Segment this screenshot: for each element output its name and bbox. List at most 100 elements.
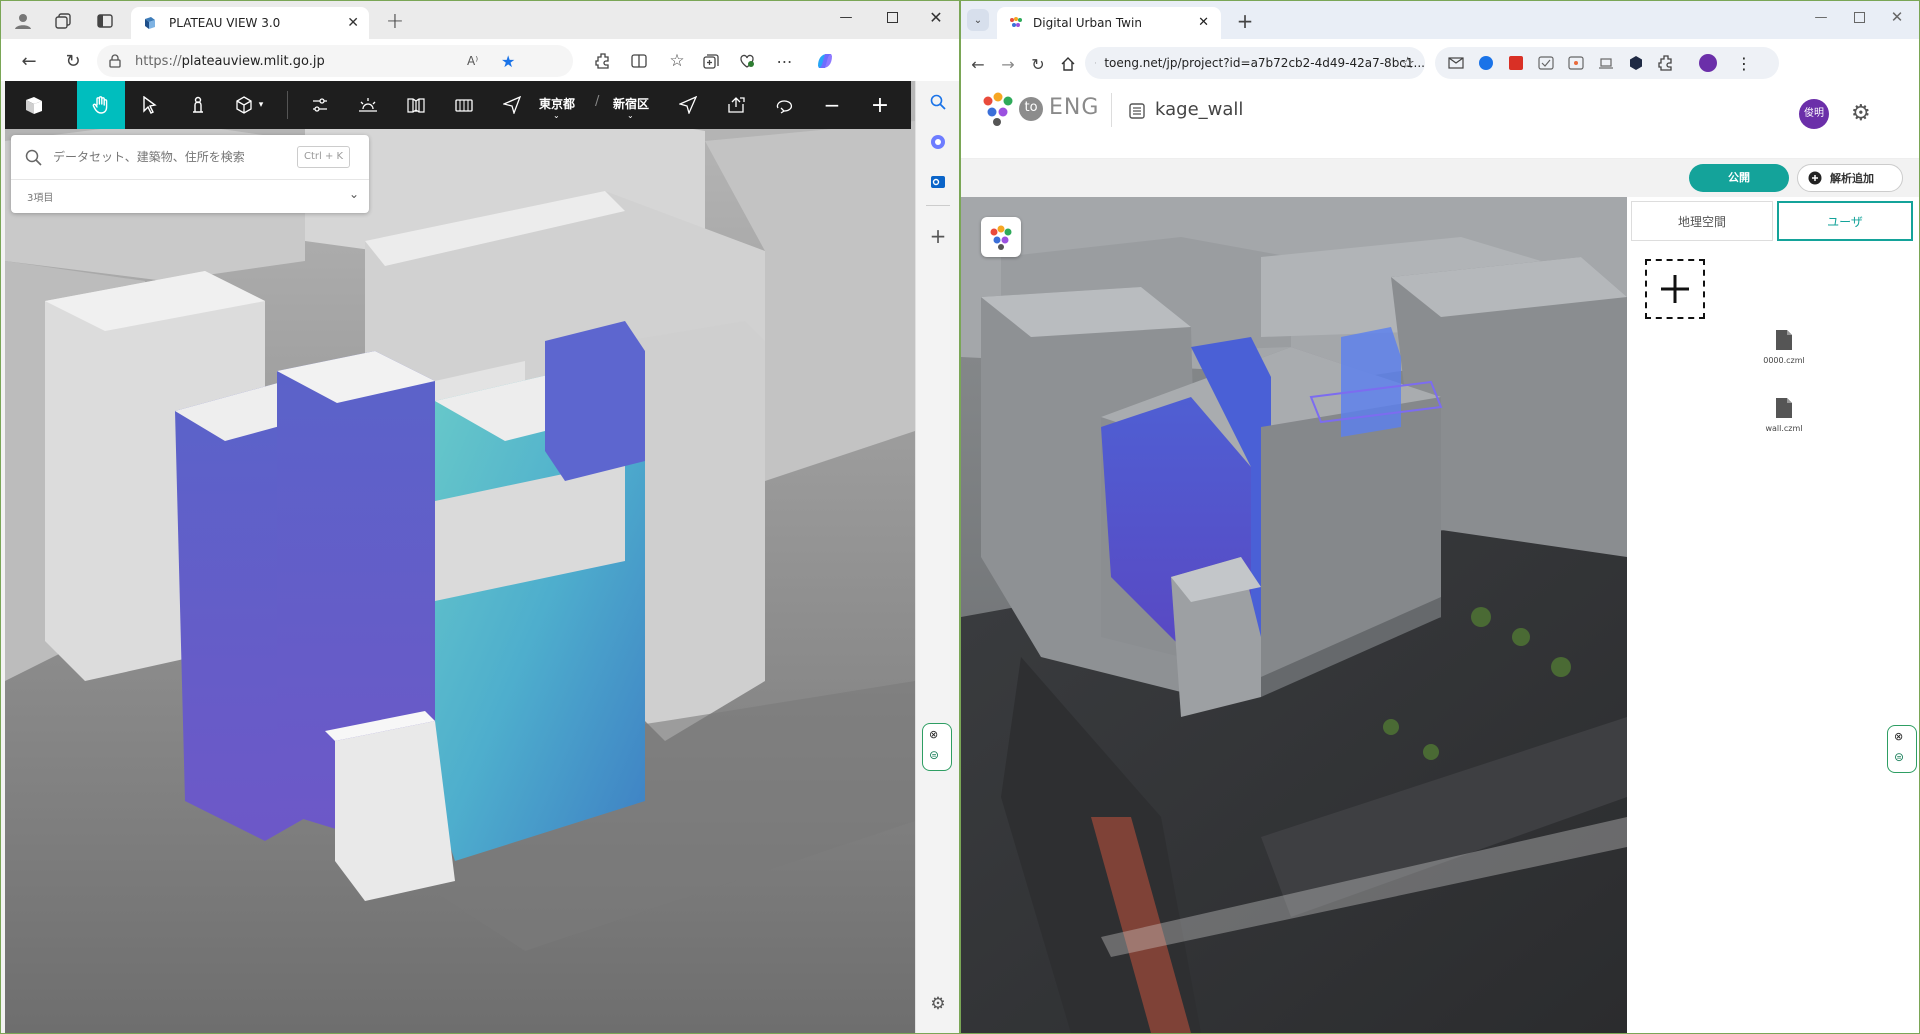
orbit-rotate-icon[interactable] — [761, 81, 807, 129]
file-icon — [1776, 398, 1792, 418]
chevron-down-icon: ▾ — [258, 100, 264, 110]
location-arrow-icon[interactable] — [665, 81, 711, 129]
close-tab-icon[interactable]: ✕ — [1198, 15, 1209, 30]
export-icon[interactable] — [713, 81, 759, 129]
send-share-icon[interactable] — [489, 81, 535, 129]
close-window-icon[interactable]: ✕ — [1877, 3, 1917, 31]
chevron-down-icon[interactable]: ⌄ — [349, 187, 359, 201]
zoom-in-icon[interactable]: + — [857, 81, 903, 129]
floating-widget[interactable]: ⊗ ⊜ — [922, 723, 952, 771]
shortcut-hint: Ctrl + K — [297, 146, 351, 168]
minimize-icon[interactable]: — — [1801, 3, 1841, 31]
toeng-3d-viewport[interactable] — [961, 197, 1627, 1033]
file-item-0000[interactable]: 0000.czml — [1749, 329, 1819, 365]
toeng-3d-scene[interactable] — [961, 197, 1627, 1033]
translate-icon[interactable]: ⊜ — [1894, 750, 1904, 764]
minimize-icon[interactable]: — — [823, 3, 869, 31]
tab-geospatial[interactable]: 地理空間 — [1631, 201, 1773, 241]
items-count-label[interactable]: 3項目 — [27, 189, 53, 204]
workspaces-icon[interactable] — [51, 9, 75, 33]
plateau-3d-scene[interactable] — [5, 81, 915, 1033]
file-item-wall[interactable]: wall.czml — [1749, 397, 1819, 433]
floating-widget[interactable]: ⊗ ⊜ — [1887, 725, 1917, 773]
favorite-star-icon[interactable]: ★ — [501, 52, 515, 71]
acrobat-icon[interactable] — [1505, 52, 1527, 74]
close-circle-icon[interactable]: ⊗ — [1894, 730, 1903, 743]
extensions-puzzle-icon[interactable] — [1655, 52, 1677, 74]
search-icon[interactable] — [927, 91, 949, 113]
more-menu-icon[interactable]: ⋯ — [773, 49, 797, 73]
add-analysis-button[interactable]: 解析追加 — [1797, 164, 1903, 192]
back-icon[interactable]: ← — [967, 53, 989, 75]
address-bar[interactable]: https://plateauview.mlit.go.jp A⁾ ★ — [97, 45, 573, 77]
bookmark-star-icon[interactable]: ☆ — [1401, 53, 1415, 72]
toeng-logo-icon[interactable] — [981, 91, 1017, 127]
add-sidebar-app-icon[interactable]: + — [927, 224, 949, 248]
close-tab-icon[interactable]: ✕ — [347, 15, 359, 31]
read-aloud-icon[interactable]: A⁾ — [467, 54, 478, 68]
forward-icon[interactable]: → — [997, 53, 1019, 75]
gmail-icon[interactable] — [1445, 52, 1467, 74]
extension-image-icon[interactable] — [1565, 52, 1587, 74]
tab-digital-urban-twin[interactable]: Digital Urban Twin ✕ — [997, 7, 1221, 39]
extension-check-icon[interactable] — [1535, 52, 1557, 74]
translate-icon[interactable]: ⊜ — [929, 748, 939, 762]
maximize-icon[interactable] — [869, 3, 915, 31]
viewer-logo-button[interactable] — [981, 217, 1021, 257]
pedestrian-view-icon[interactable] — [175, 81, 221, 129]
building-mode-dropdown[interactable]: ▾ — [221, 81, 277, 129]
profile-avatar-icon[interactable] — [1697, 52, 1719, 74]
project-list-icon[interactable] — [1129, 103, 1145, 119]
zoom-out-icon[interactable]: − — [809, 81, 855, 129]
user-avatar[interactable]: 俊明 — [1799, 99, 1829, 129]
copilot-icon[interactable] — [809, 45, 841, 77]
new-tab-icon[interactable]: + — [383, 9, 407, 34]
favorites-icon[interactable]: ☆ — [665, 49, 689, 73]
hand-tool-button[interactable] — [77, 81, 125, 129]
map-book-icon[interactable] — [393, 81, 439, 129]
reload-icon[interactable]: ↻ — [61, 49, 85, 73]
profile-icon[interactable] — [11, 9, 35, 33]
plateau-map-viewport[interactable] — [5, 81, 915, 1033]
search-input[interactable] — [53, 143, 293, 171]
add-file-button[interactable] — [1645, 259, 1705, 319]
tab-user[interactable]: ユーザ — [1777, 201, 1913, 241]
maximize-icon[interactable] — [1839, 3, 1879, 31]
address-bar[interactable]: toeng.net/jp/project?id=a7b72cb2-4d49-42… — [1085, 47, 1425, 79]
gear-icon[interactable]: ⚙ — [927, 993, 949, 1015]
collections-icon[interactable] — [699, 49, 723, 73]
extension-hex-icon[interactable] — [1625, 52, 1647, 74]
settings-sliders-icon[interactable] — [297, 81, 343, 129]
vertical-tabs-icon[interactable] — [93, 9, 117, 33]
extension-laptop-icon[interactable] — [1595, 52, 1617, 74]
edge-sidebar: + ⊗ ⊜ ⚙ — [915, 81, 959, 1033]
plateau-logo-icon[interactable] — [11, 81, 57, 129]
site-info-icon[interactable] — [1095, 56, 1097, 70]
divider — [11, 179, 369, 180]
outlook-icon[interactable] — [927, 171, 949, 193]
copilot-sidebar-icon[interactable] — [927, 131, 949, 153]
lock-icon[interactable] — [109, 54, 121, 68]
sun-horizon-icon[interactable] — [345, 81, 391, 129]
extensions-icon[interactable] — [591, 49, 615, 73]
back-icon[interactable]: ← — [17, 49, 41, 73]
more-menu-icon[interactable]: ⋮ — [1733, 52, 1755, 74]
new-tab-icon[interactable]: + — [1233, 9, 1257, 33]
close-circle-icon[interactable]: ⊗ — [929, 728, 938, 741]
close-window-icon[interactable]: ✕ — [913, 3, 959, 31]
tab-search-chevron-icon[interactable]: ⌄ — [967, 9, 989, 31]
extension-blue-icon[interactable] — [1475, 52, 1497, 74]
story-layers-icon[interactable] — [441, 81, 487, 129]
split-screen-icon[interactable] — [627, 49, 651, 73]
home-icon[interactable] — [1057, 53, 1079, 75]
browser-essentials-icon[interactable] — [735, 49, 759, 73]
prefecture-label[interactable]: 東京都 — [539, 95, 575, 112]
reload-icon[interactable]: ↻ — [1027, 53, 1049, 75]
ward-label[interactable]: 新宿区 — [613, 95, 649, 112]
app-header — [961, 83, 1919, 159]
gear-icon[interactable]: ⚙ — [1851, 101, 1871, 126]
select-tool-icon[interactable] — [127, 81, 173, 129]
tab-plateau[interactable]: PLATEAU VIEW 3.0 ✕ — [131, 7, 369, 39]
publish-button[interactable]: 公開 — [1689, 164, 1789, 192]
toolbar-divider — [287, 91, 288, 119]
